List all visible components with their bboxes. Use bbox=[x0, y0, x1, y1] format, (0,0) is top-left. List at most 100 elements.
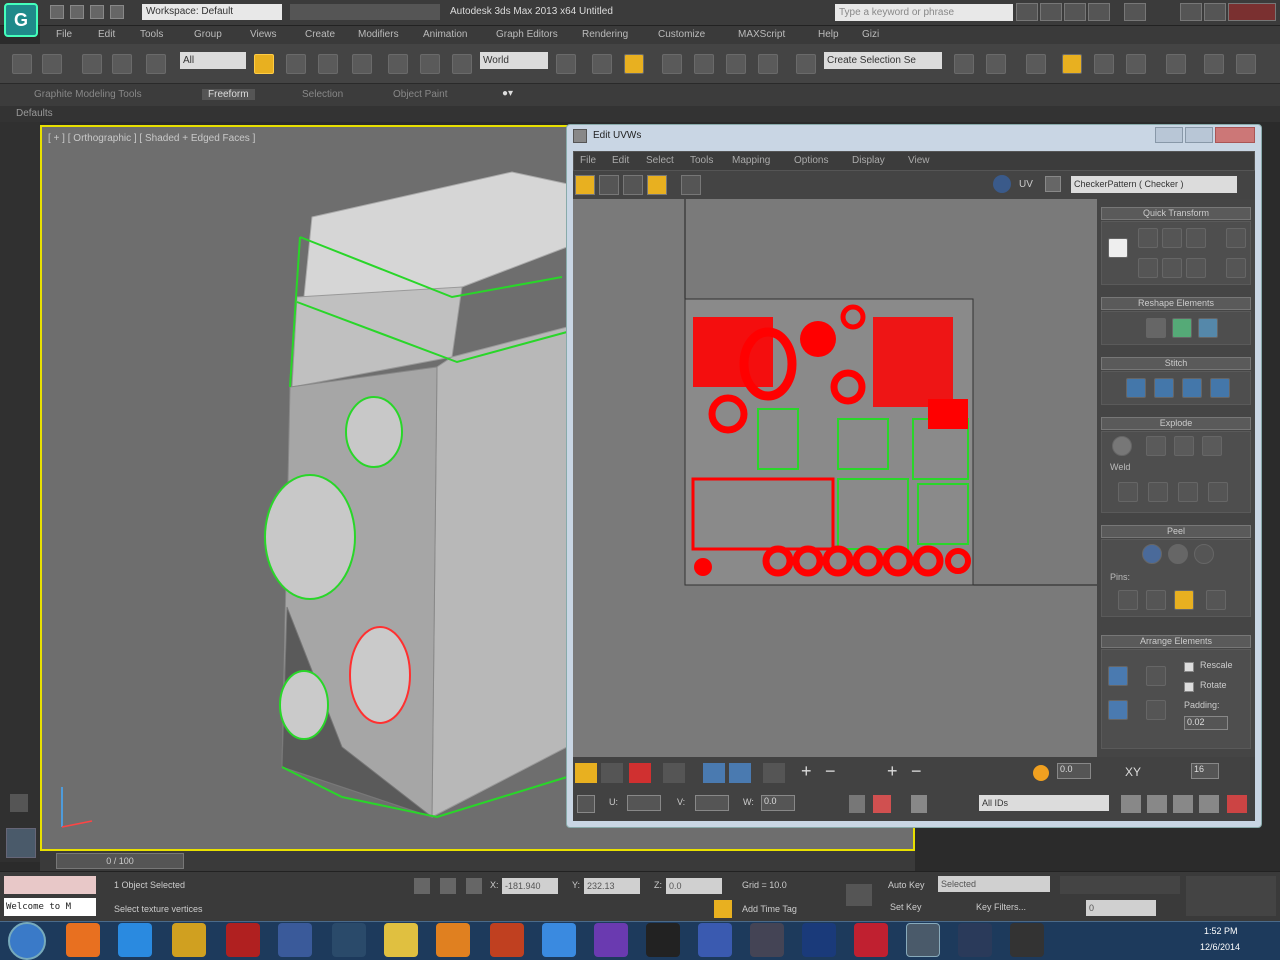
reference-coord-dropdown[interactable]: World bbox=[480, 52, 548, 69]
linear-align-icon[interactable] bbox=[1162, 258, 1182, 278]
align-vertical-icon[interactable] bbox=[1138, 258, 1158, 278]
bind-spacewarp-icon[interactable] bbox=[146, 54, 166, 74]
arrange-elements-header[interactable]: Arrange Elements bbox=[1101, 635, 1251, 648]
3dsmax-taskbar-icon[interactable] bbox=[906, 923, 940, 957]
time-slider[interactable]: 0 / 100 bbox=[40, 851, 915, 871]
weld-target-icon[interactable] bbox=[1148, 482, 1168, 502]
z-coord-field[interactable]: 0.0 bbox=[666, 878, 722, 894]
lock-selection-icon[interactable] bbox=[849, 795, 865, 813]
polygon-mode-icon[interactable] bbox=[629, 763, 651, 783]
uv-mirror-icon[interactable] bbox=[681, 175, 701, 195]
spinner-snap-icon[interactable] bbox=[758, 54, 778, 74]
edge-mode-icon[interactable] bbox=[601, 763, 623, 783]
uv-show-map-icon[interactable] bbox=[993, 175, 1011, 193]
rescale-checkbox[interactable] bbox=[1184, 662, 1194, 672]
explorer-icon[interactable] bbox=[384, 923, 418, 957]
viewport-navigation-controls[interactable] bbox=[1186, 876, 1276, 916]
layer-manager-icon[interactable] bbox=[1026, 54, 1046, 74]
quick-peel-icon[interactable] bbox=[1142, 544, 1162, 564]
scale-icon[interactable] bbox=[452, 54, 472, 74]
app-icon[interactable] bbox=[490, 923, 524, 957]
peel-mode-icon[interactable] bbox=[1168, 544, 1188, 564]
menu-create[interactable]: Create bbox=[305, 29, 335, 40]
mirror-icon[interactable] bbox=[954, 54, 974, 74]
break-icon[interactable] bbox=[1112, 436, 1132, 456]
absolute-mode-icon[interactable] bbox=[577, 795, 595, 813]
grow-loop-icon[interactable]: + bbox=[887, 761, 898, 782]
app-icon[interactable] bbox=[958, 923, 992, 957]
grow-icon[interactable]: + bbox=[801, 761, 812, 782]
uv-space-label[interactable]: UV bbox=[1019, 179, 1033, 190]
uvw-close-button[interactable] bbox=[1215, 127, 1255, 143]
angle-snap-icon[interactable] bbox=[694, 54, 714, 74]
menu-group[interactable]: Group bbox=[194, 29, 222, 40]
material-id-dropdown[interactable]: All IDs bbox=[979, 795, 1109, 811]
selection-filter-dropdown[interactable]: All bbox=[180, 52, 246, 69]
listener-output[interactable]: Welcome to M bbox=[4, 898, 96, 916]
maya-icon[interactable] bbox=[750, 923, 784, 957]
unpin-icon[interactable] bbox=[1146, 590, 1166, 610]
zoom-extents-icon[interactable] bbox=[1199, 795, 1219, 813]
select-by-element-icon[interactable] bbox=[703, 763, 725, 783]
move-icon[interactable] bbox=[388, 54, 408, 74]
avatar-app-icon[interactable] bbox=[646, 923, 680, 957]
menu-views[interactable]: Views bbox=[250, 29, 277, 40]
key-mode-dropdown[interactable]: Selected bbox=[938, 876, 1050, 892]
weld-all-icon[interactable] bbox=[1178, 482, 1198, 502]
workspace-dropdown[interactable]: Workspace: Default bbox=[142, 4, 282, 20]
freeze-icon[interactable] bbox=[911, 795, 927, 813]
app-logo-icon[interactable]: G bbox=[4, 3, 38, 37]
maxscript-icon[interactable] bbox=[10, 794, 28, 812]
element-mode-icon[interactable] bbox=[663, 763, 685, 783]
uvw-menu-options[interactable]: Options bbox=[794, 155, 828, 166]
uvw-menu-view[interactable]: View bbox=[908, 155, 930, 166]
snap-icon[interactable] bbox=[1227, 795, 1247, 813]
weld-edges-icon[interactable] bbox=[1208, 482, 1228, 502]
spacing-icon[interactable] bbox=[1226, 228, 1246, 248]
firefox-icon[interactable] bbox=[66, 923, 100, 957]
uv-move-icon[interactable] bbox=[575, 175, 595, 195]
menu-customize[interactable]: Customize bbox=[658, 29, 705, 40]
uv-rotate-icon[interactable] bbox=[599, 175, 619, 195]
app-icon[interactable] bbox=[854, 923, 888, 957]
redo-icon[interactable] bbox=[42, 54, 62, 74]
vertical-spacing-icon[interactable] bbox=[1226, 258, 1246, 278]
select-pins-icon[interactable] bbox=[1206, 590, 1226, 610]
y-coord-field[interactable]: 232.13 bbox=[584, 878, 640, 894]
x-coord-field[interactable]: -181.940 bbox=[502, 878, 558, 894]
select-object-icon[interactable] bbox=[254, 54, 274, 74]
set-key-icon[interactable] bbox=[846, 884, 872, 906]
stitch-header[interactable]: Stitch bbox=[1101, 357, 1251, 370]
undo-icon[interactable] bbox=[110, 5, 124, 19]
quick-transform-header[interactable]: Quick Transform bbox=[1101, 207, 1251, 220]
schematic-view-icon[interactable] bbox=[1126, 54, 1146, 74]
falloff-spinner[interactable]: 0.0 bbox=[1057, 763, 1091, 779]
reset-peel-icon[interactable] bbox=[1194, 544, 1214, 564]
tab-selection[interactable]: Selection bbox=[302, 89, 343, 100]
menu-file[interactable]: File bbox=[56, 29, 72, 40]
tab-freeform[interactable]: Freeform bbox=[202, 89, 255, 100]
menu-maxscript[interactable]: MAXScript bbox=[738, 29, 785, 40]
stitch-average-icon[interactable] bbox=[1154, 378, 1174, 398]
relax-icon[interactable] bbox=[1172, 318, 1192, 338]
graphite-toggle-icon[interactable] bbox=[1062, 54, 1082, 74]
straighten-icon[interactable] bbox=[1146, 318, 1166, 338]
soft-selection-icon[interactable] bbox=[1033, 765, 1049, 781]
rotate-icon[interactable] bbox=[420, 54, 440, 74]
pack-normalize-icon[interactable] bbox=[1108, 666, 1128, 686]
filezilla-icon[interactable] bbox=[226, 923, 260, 957]
ribbon-options-icon[interactable]: ●▾ bbox=[502, 88, 513, 99]
home-icon[interactable] bbox=[1088, 3, 1110, 21]
stitch-source-icon[interactable] bbox=[1126, 378, 1146, 398]
curve-editor-icon[interactable] bbox=[1094, 54, 1114, 74]
current-frame-field[interactable]: 0 bbox=[1086, 900, 1156, 916]
clock-time[interactable]: 1:52 PM bbox=[1204, 926, 1238, 936]
tab-object-paint[interactable]: Object Paint bbox=[393, 89, 447, 100]
media-icon[interactable] bbox=[332, 923, 366, 957]
rotate-ccw-icon[interactable] bbox=[1186, 228, 1206, 248]
menu-help[interactable]: Help bbox=[818, 29, 839, 40]
uvw-menu-file[interactable]: File bbox=[580, 155, 596, 166]
align-diagonal-icon[interactable] bbox=[1162, 228, 1182, 248]
uv-freeform-icon[interactable] bbox=[647, 175, 667, 195]
app-icon[interactable] bbox=[594, 923, 628, 957]
